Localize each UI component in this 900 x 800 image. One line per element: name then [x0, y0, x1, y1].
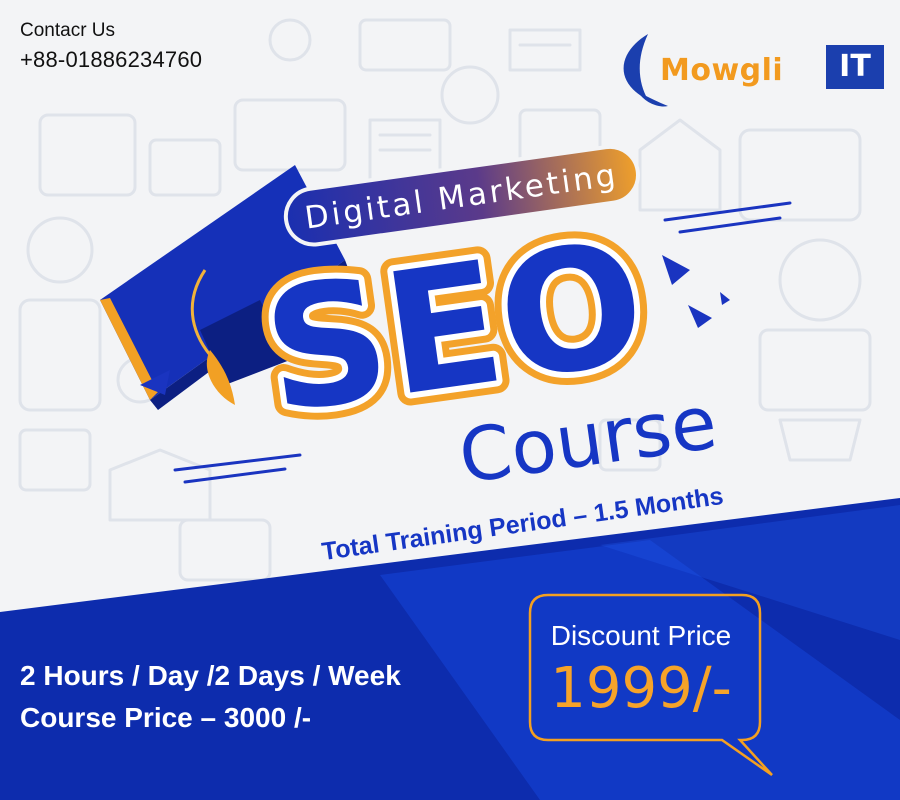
discount-label: Discount Price — [550, 620, 732, 651]
shard — [720, 292, 730, 305]
course-poster: Contacr Us +88-01886234760 Mowgli IT Dig… — [0, 0, 900, 800]
shard — [688, 305, 712, 328]
discount-value: 1999/- — [550, 656, 732, 721]
course-price-text: Course Price – 3000 /- — [20, 702, 312, 733]
shard — [662, 255, 690, 285]
schedule-text: 2 Hours / Day /2 Days / Week — [20, 660, 401, 691]
